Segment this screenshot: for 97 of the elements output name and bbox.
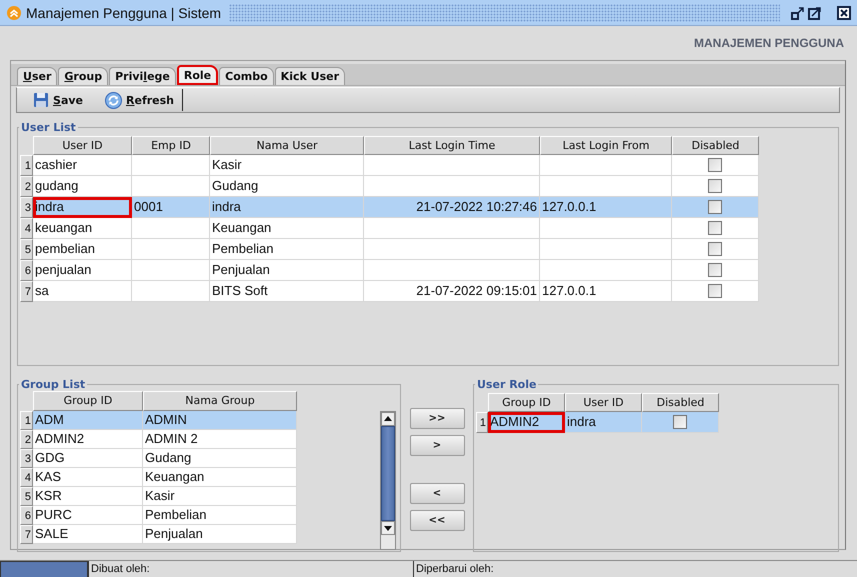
tab[interactable]: User [17, 67, 58, 85]
table-cell: Pembelian [210, 239, 364, 260]
move-button[interactable]: > [410, 435, 464, 456]
column-header[interactable]: Group ID [488, 393, 565, 412]
created-by-label: Dibuat oleh: [88, 561, 413, 577]
table-cell: Gudang [143, 449, 297, 468]
table-cell: indra [210, 197, 364, 218]
column-header[interactable]: Last Login From [540, 136, 672, 155]
scroll-down-button[interactable] [381, 521, 395, 535]
tab[interactable]: Role [176, 65, 218, 85]
column-header[interactable]: User ID [33, 136, 132, 155]
table-cell: cashier [33, 155, 132, 176]
tab[interactable]: Combo [219, 67, 274, 85]
table-cell: Gudang [210, 176, 364, 197]
table-cell: ADMIN2 [488, 412, 565, 433]
refresh-icon [105, 92, 122, 108]
row-number: 7 [20, 525, 33, 544]
row-number: 4 [20, 468, 33, 487]
table-cell: Keuangan [210, 218, 364, 239]
panel-title: Group List [20, 378, 86, 391]
tab[interactable]: Privilege [109, 67, 176, 85]
column-header[interactable]: Disabled [642, 393, 719, 412]
checkbox[interactable] [708, 221, 722, 235]
checkbox[interactable] [708, 200, 722, 214]
table-cell: Penjualan [210, 260, 364, 281]
panel-title: User List [20, 121, 77, 134]
table-cell: penjualan [33, 260, 132, 281]
row-number: 3 [20, 449, 33, 468]
scroll-thumb[interactable] [381, 426, 395, 521]
table-cell: 21-07-2022 09:15:01 [364, 281, 540, 302]
window-title: Manajemen Pengguna | Sistem [26, 4, 222, 20]
row-number: 2 [20, 430, 33, 449]
table-cell: 21-07-2022 10:27:46 [364, 197, 540, 218]
table-cell: Kasir [210, 155, 364, 176]
table-cell: ADMIN2 [33, 430, 143, 449]
scrollbar[interactable] [380, 411, 396, 550]
page-heading: MANAJEMEN PENGGUNA [694, 36, 844, 50]
table-cell: gudang [33, 176, 132, 197]
column-header[interactable]: Group ID [33, 391, 143, 411]
table-cell: Kasir [143, 487, 297, 506]
updated-by-label: Diperbarui oleh: [413, 561, 857, 577]
restore-icon[interactable] [791, 6, 805, 20]
tab[interactable]: Kick User [274, 67, 345, 85]
table-cell: sa [33, 281, 132, 302]
move-button[interactable]: >> [410, 408, 464, 429]
row-number: 5 [20, 239, 33, 260]
table-cell: KSR [33, 487, 143, 506]
close-icon[interactable] [837, 6, 851, 20]
column-header[interactable]: Emp ID [132, 136, 210, 155]
row-number: 5 [20, 487, 33, 506]
row-number: 7 [20, 281, 33, 302]
checkbox[interactable] [708, 158, 722, 172]
table-cell: keuangan [33, 218, 132, 239]
row-number: 1 [476, 412, 488, 433]
row-number: 2 [20, 176, 33, 197]
table-cell: BITS Soft [210, 281, 364, 302]
column-header[interactable]: Nama User [210, 136, 364, 155]
row-number: 1 [20, 411, 33, 430]
checkbox[interactable] [708, 284, 722, 298]
column-header[interactable]: User ID [565, 393, 642, 412]
row-number: 4 [20, 218, 33, 239]
table-cell: GDG [33, 449, 143, 468]
maximize-icon[interactable] [808, 6, 822, 20]
refresh-button[interactable]: Refresh [91, 89, 182, 111]
scroll-up-button[interactable] [381, 412, 395, 426]
app-icon [7, 6, 21, 20]
table-cell: Keuangan [143, 468, 297, 487]
checkbox[interactable] [673, 415, 687, 429]
row-number: 6 [20, 506, 33, 525]
column-header[interactable]: Disabled [672, 136, 759, 155]
save-button[interactable]: Save [17, 89, 91, 111]
checkbox[interactable] [708, 263, 722, 277]
table-cell: 127.0.0.1 [540, 281, 672, 302]
table-cell: KAS [33, 468, 143, 487]
row-number: 3 [20, 197, 33, 218]
column-header[interactable]: Last Login Time [364, 136, 540, 155]
row-number: 1 [20, 155, 33, 176]
table-cell: ADM [33, 411, 143, 430]
checkbox[interactable] [708, 242, 722, 256]
table-cell: pembelian [33, 239, 132, 260]
tab[interactable]: Group [58, 67, 108, 85]
table-cell: indra [33, 197, 132, 218]
table-cell: PURC [33, 506, 143, 525]
row-number: 6 [20, 260, 33, 281]
table-cell: ADMIN [143, 411, 297, 430]
table-cell: indra [565, 412, 642, 433]
move-button[interactable]: < [410, 483, 464, 504]
table-cell: Pembelian [143, 506, 297, 525]
table-cell: SALE [33, 525, 143, 544]
move-button[interactable]: << [410, 510, 464, 531]
table-cell: Penjualan [143, 525, 297, 544]
checkbox[interactable] [708, 179, 722, 193]
column-header[interactable]: Nama Group [143, 391, 297, 411]
table-cell: ADMIN 2 [143, 430, 297, 449]
table-cell: 0001 [132, 197, 210, 218]
panel-title: User Role [476, 378, 538, 391]
table-cell: 127.0.0.1 [540, 197, 672, 218]
